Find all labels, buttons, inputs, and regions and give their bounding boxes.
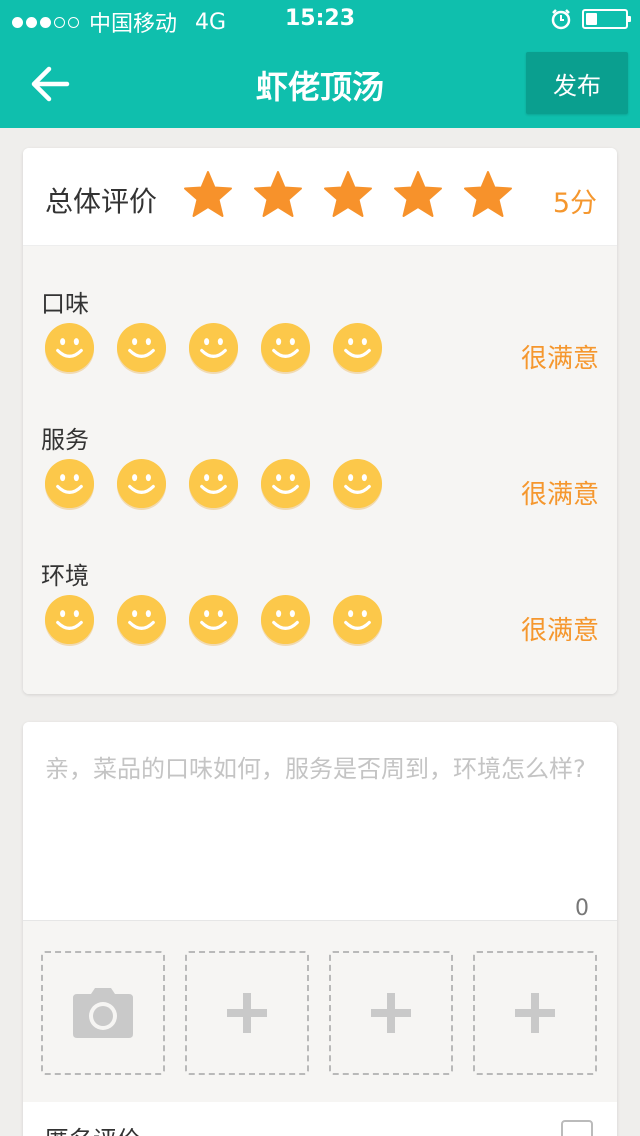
smiley-icon[interactable] [331, 594, 384, 647]
alarm-icon [551, 9, 571, 30]
add-photo-button[interactable] [185, 951, 309, 1075]
publish-button[interactable]: 发布 [526, 52, 628, 114]
camera-icon [73, 988, 133, 1038]
photo-upload-area [23, 920, 617, 1102]
subrating-label: 服务 [41, 426, 89, 454]
smiley-icon[interactable] [43, 458, 96, 511]
smiley-icon[interactable] [259, 322, 312, 375]
anonymous-row: 匿名评价 [23, 1102, 617, 1136]
subrating-label: 口味 [41, 290, 89, 318]
anonymous-label: 匿名评价 [45, 1120, 141, 1136]
smiley-icon[interactable] [331, 458, 384, 511]
star-icon[interactable] [253, 170, 303, 220]
star-icon[interactable] [323, 170, 373, 220]
overall-score: 5分 [552, 188, 597, 219]
subrating-taste: 口味 很满意 [23, 284, 617, 404]
status-time: 15:23 [284, 6, 356, 31]
anonymous-checkbox[interactable] [561, 1120, 593, 1136]
smiley-icon[interactable] [43, 594, 96, 647]
add-photo-camera-button[interactable] [41, 951, 165, 1075]
overall-rating-label: 总体评价 [45, 185, 158, 218]
overall-rating-row: 总体评价 5分 [23, 148, 617, 246]
star-icon[interactable] [393, 170, 443, 220]
sub-ratings: 口味 很满意 服务 很满意 环境 很满意 [23, 246, 617, 694]
status-right [550, 8, 631, 30]
add-photo-button[interactable] [473, 951, 597, 1075]
subrating-label: 环境 [41, 562, 89, 590]
char-counter: 0 [575, 896, 589, 921]
smiley-icon[interactable] [115, 594, 168, 647]
subrating-value: 很满意 [520, 480, 599, 510]
smiley-rating [43, 458, 384, 511]
battery-icon [582, 9, 631, 29]
subrating-value: 很满意 [520, 616, 599, 646]
status-bar: 中国移动 4G 15:23 [0, 0, 640, 40]
smiley-icon[interactable] [187, 594, 240, 647]
plus-icon [371, 993, 411, 1033]
star-rating [183, 170, 513, 220]
comment-input[interactable] [23, 722, 617, 920]
smiley-icon[interactable] [331, 322, 384, 375]
smiley-rating [43, 594, 384, 647]
plus-icon [227, 993, 267, 1033]
rating-card: 总体评价 5分 口味 很满意 服务 很满意 环境 很满意 [23, 148, 617, 694]
subrating-service: 服务 很满意 [23, 420, 617, 540]
smiley-icon[interactable] [187, 458, 240, 511]
smiley-icon[interactable] [43, 322, 96, 375]
subrating-environment: 环境 很满意 [23, 556, 617, 676]
subrating-value: 很满意 [520, 344, 599, 374]
smiley-icon[interactable] [259, 458, 312, 511]
smiley-icon[interactable] [259, 594, 312, 647]
comment-card: 0 匿名评价 [23, 722, 617, 1136]
star-icon[interactable] [183, 170, 233, 220]
add-photo-button[interactable] [329, 951, 453, 1075]
smiley-icon[interactable] [115, 458, 168, 511]
battery-fill [586, 13, 598, 25]
star-icon[interactable] [463, 170, 513, 220]
smiley-rating [43, 322, 384, 375]
nav-bar: 虾佬顶汤 发布 [0, 40, 640, 128]
smiley-icon[interactable] [187, 322, 240, 375]
plus-icon [515, 993, 555, 1033]
smiley-icon[interactable] [115, 322, 168, 375]
